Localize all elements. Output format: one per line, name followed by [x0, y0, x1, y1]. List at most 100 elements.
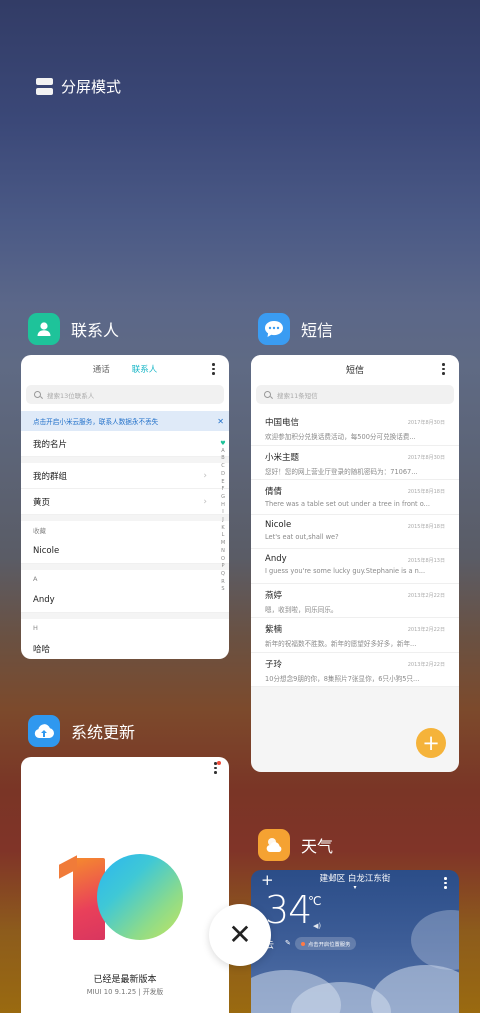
chat-bubble-icon — [258, 313, 290, 345]
alphabet-letter[interactable]: N — [221, 548, 225, 556]
alphabet-letter[interactable]: J — [222, 517, 223, 525]
close-icon: ✕ — [228, 918, 252, 951]
message-item[interactable]: Nicole 2015年8月18日 Let's eat out,shall we… — [251, 515, 459, 549]
contact-name: Andy — [33, 594, 55, 605]
message-item[interactable]: 燕婷 2013年2月22日 嗯，收到啦，同乐同乐。 — [251, 584, 459, 618]
sun-cloud-icon — [258, 829, 290, 861]
alphabet-letter[interactable]: I — [222, 509, 223, 517]
messages-title: 短信 — [345, 365, 364, 376]
message-item[interactable]: 倩倩 2015年8月18日 There was a table set out … — [251, 480, 459, 515]
contact-row-andy[interactable]: Andy — [21, 587, 229, 613]
more-icon[interactable] — [444, 877, 447, 889]
message-item[interactable]: 中国电信 2017年8月30日 欢迎参加积分兑换话费活动，每500分可兑换话费.… — [251, 411, 459, 446]
contacts-app-header: 联系人 — [28, 313, 119, 345]
clear-all-button[interactable]: ✕ — [209, 904, 271, 966]
contact-name: Nicole — [33, 545, 60, 556]
location-service-text: 点击开启位置服务 — [308, 941, 351, 948]
alphabet-letter[interactable]: B — [221, 455, 224, 463]
my-groups-label: 我的群组 — [33, 471, 68, 482]
message-date: 2017年8月30日 — [407, 454, 445, 461]
cloud-service-banner-text: 点击开启小米云服务，联系人数据永不丢失 — [33, 418, 159, 426]
update-status: 已经是最新版本 — [93, 975, 157, 985]
messages-header: 短信 — [251, 355, 459, 383]
more-icon[interactable] — [442, 363, 445, 375]
message-date: 2017年8月30日 — [407, 420, 445, 426]
tab-calls[interactable]: 通话 — [93, 363, 110, 375]
message-preview: 您好！您的网上营业厅登录的随机密码为：71067... — [265, 467, 418, 476]
contact-name: 哈哈 — [33, 644, 51, 655]
message-date: 2015年8月18日 — [407, 489, 445, 495]
alphabet-letter[interactable]: L — [222, 532, 225, 540]
yellow-pages-label: 黄页 — [33, 497, 51, 508]
more-icon[interactable] — [212, 363, 215, 375]
message-preview: There was a table set out under a tree i… — [265, 500, 430, 508]
contact-row-haha[interactable]: 哈哈 — [21, 636, 229, 659]
split-screen-button[interactable]: 分屏模式 — [36, 76, 121, 97]
message-item[interactable]: Andy 2015年8月13日 I guess you're some luck… — [251, 549, 459, 584]
message-item[interactable]: 小米主题 2017年8月30日 您好！您的网上营业厅登录的随机密码为：71067… — [251, 446, 459, 480]
alphabet-letter[interactable]: E — [221, 479, 224, 487]
search-icon — [264, 391, 271, 398]
alphabet-letter[interactable]: P — [221, 563, 224, 571]
message-preview: 嗯，收到啦，同乐同乐。 — [265, 605, 338, 614]
alphabet-letter[interactable]: C — [221, 463, 225, 471]
alphabet-letter[interactable]: G — [221, 494, 225, 502]
alphabet-index[interactable]: ♥ A B C D E F G H I J K L M N O P Q R S — [219, 440, 227, 594]
banner-close-icon[interactable]: ✕ — [217, 417, 224, 426]
miui-10-logo — [65, 854, 185, 942]
temperature-unit: ℃ — [308, 894, 322, 908]
message-preview: 10分想念9朋的你，8集照片7张显你，6只小狗5只... — [265, 674, 420, 683]
messages-search-input[interactable]: 搜索11条短信 — [256, 385, 454, 404]
messages-app-name: 短信 — [301, 321, 334, 340]
alphabet-letter[interactable]: H — [221, 502, 225, 510]
section-header-a: A — [33, 574, 38, 583]
cloud-service-banner[interactable]: 点击开启小米云服务，联系人数据永不丢失 ✕ — [21, 411, 229, 431]
my-card-row[interactable]: 我的名片 — [21, 431, 229, 457]
tab-contacts[interactable]: 联系人 — [132, 363, 158, 375]
my-card-label: 我的名片 — [33, 439, 68, 450]
alphabet-letter[interactable]: Q — [221, 571, 225, 579]
message-preview: Let's eat out,shall we? — [265, 532, 339, 541]
messages-app-header: 短信 — [258, 313, 333, 345]
contacts-search-input[interactable]: 搜索13位联系人 — [26, 385, 224, 404]
edit-icon[interactable]: ✎ — [285, 939, 291, 947]
alphabet-letter[interactable]: S — [221, 586, 224, 594]
alphabet-letter[interactable]: A — [221, 448, 224, 456]
split-screen-label: 分屏模式 — [61, 78, 122, 96]
contacts-search-placeholder: 搜索13位联系人 — [47, 391, 95, 400]
weather-app-card[interactable]: + 建邺区 白龙江东街 ▾ 34 ℃ ◀) 云 ✎ 点击开启位置服务 — [251, 870, 459, 1013]
alphabet-letter[interactable]: M — [221, 540, 225, 548]
messages-app-card[interactable]: 短信 搜索11条短信 中国电信 2017年8月30日 欢迎参加积分兑换话费活动，… — [251, 355, 459, 772]
weather-app-header: 天气 — [258, 829, 333, 861]
alphabet-letter[interactable]: O — [221, 556, 225, 564]
message-preview: 欢迎参加积分兑换话费活动，每500分可兑换话费... — [265, 433, 416, 441]
person-icon — [28, 313, 60, 345]
notification-dot — [217, 761, 221, 765]
chevron-right-icon: › — [203, 496, 207, 507]
section-header-h: H — [33, 623, 38, 632]
speaker-icon[interactable]: ◀) — [313, 922, 321, 930]
contact-row-nicole[interactable]: Nicole — [21, 538, 229, 564]
chevron-right-icon: › — [203, 470, 207, 481]
message-date: 2015年8月18日 — [407, 523, 445, 530]
message-item[interactable]: 子玲 2013年2月22日 10分想念9朋的你，8集照片7张显你，6只小狗5只.… — [251, 653, 459, 687]
weather-location: 建邺区 白龙江东街 — [319, 874, 391, 884]
message-date: 2013年2月22日 — [407, 627, 445, 633]
favorites-header: 收藏 — [33, 526, 46, 535]
my-groups-row[interactable]: 我的群组 › — [21, 463, 229, 489]
alphabet-letter[interactable]: D — [221, 471, 225, 479]
version-label: MIUI 10 9.1.25 | 开发版 — [86, 988, 164, 996]
alphabet-letter[interactable]: R — [221, 579, 224, 587]
contacts-app-card[interactable]: 通话 联系人 搜索13位联系人 点击开启小米云服务，联系人数据永不丢失 ✕ 我的… — [21, 355, 229, 659]
message-date: 2013年2月22日 — [407, 592, 445, 599]
split-screen-icon — [36, 78, 53, 95]
yellow-pages-row[interactable]: 黄页 › — [21, 489, 229, 515]
message-list: 中国电信 2017年8月30日 欢迎参加积分兑换话费活动，每500分可兑换话费.… — [251, 411, 459, 687]
updater-app-card[interactable]: 已经是最新版本 MIUI 10 9.1.25 | 开发版 — [21, 757, 229, 1013]
location-service-tag[interactable]: 点击开启位置服务 — [295, 937, 357, 950]
alphabet-letter[interactable]: F — [222, 486, 225, 494]
new-message-button[interactable]: + — [416, 728, 446, 758]
contacts-tabs: 通话 联系人 — [21, 355, 229, 383]
message-item[interactable]: 紫楠 2013年2月22日 新年的祝福数不胜数。新年的愿望好多好多，新年... — [251, 618, 459, 653]
alphabet-letter[interactable]: K — [221, 525, 224, 533]
